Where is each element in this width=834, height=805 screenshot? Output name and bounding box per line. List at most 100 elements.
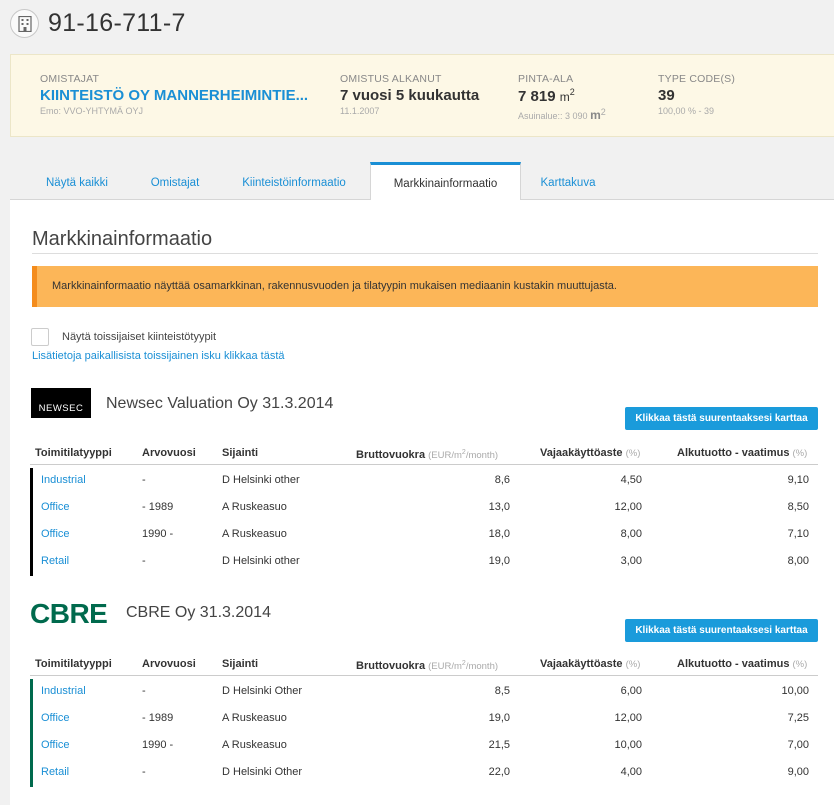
col-rent: Bruttovuokra (EUR/m2/month): [356, 652, 498, 679]
row-location: D Helsinki other: [222, 555, 300, 567]
row-yield: 10,00: [781, 685, 809, 697]
tab-content: Markkinainformaatio Markkinainformaatio …: [10, 200, 834, 805]
secondary-types-label[interactable]: Näytä toissijaiset kiinteistötyypit: [62, 331, 216, 343]
col-year: Arvovuosi: [142, 447, 196, 459]
col-yield-label: Alkutuotto - vaatimus: [677, 447, 790, 459]
section-title: Markkinainformaatio: [32, 228, 213, 250]
residential-unit: m: [590, 108, 601, 122]
row-rent: 8,5: [494, 685, 510, 697]
tab-karttakuva[interactable]: Karttakuva: [531, 162, 605, 200]
row-year: -: [142, 555, 146, 567]
table-header: Toimitilatyyppi Arvovuosi Sijainti Brutt…: [30, 652, 818, 676]
provider-name: CBRE Oy 31.3.2014: [126, 604, 271, 621]
table-row: Office 1990 - A Ruskeasuo 18,0 8,00 7,10: [30, 521, 818, 548]
col-type: Toimitilatyyppi: [35, 658, 112, 670]
col-yield: Alkutuotto - vaatimus (%): [677, 441, 807, 466]
row-type[interactable]: Industrial: [41, 467, 86, 494]
area-value: 7 819 m2: [518, 87, 606, 105]
row-year: - 1989: [142, 501, 174, 513]
cbre-logo: CBRE: [30, 598, 108, 629]
table-row: Retail - D Helsinki other 19,0 3,00 8,00: [30, 548, 818, 575]
row-type[interactable]: Office: [41, 494, 70, 521]
col-location: Sijainti: [222, 447, 259, 459]
row-rent: 19,0: [488, 555, 510, 567]
table-row: Office - 1989 A Ruskeasuo 19,0 12,00 7,2…: [30, 705, 818, 732]
enlarge-map-button[interactable]: Klikkaa tästä suurentaaksesi karttaa: [625, 407, 818, 430]
tab-markkinainformaatio[interactable]: Markkinainformaatio: [370, 162, 521, 201]
row-type[interactable]: Industrial: [41, 678, 86, 705]
row-year: 1990 -: [142, 739, 174, 751]
ownership-label: OMISTUS ALKANUT: [340, 73, 442, 85]
row-vacancy: 4,00: [620, 766, 642, 778]
row-location: A Ruskeasuo: [222, 501, 287, 513]
area-unit: m: [559, 90, 570, 104]
provider-newsec: NEWSEC Newsec Valuation Oy 31.3.2014 Kli…: [10, 388, 834, 578]
market-table: Toimitilatyyppi Arvovuosi Sijainti Brutt…: [30, 652, 818, 792]
row-yield: 8,50: [787, 501, 809, 513]
table-row: Office 1990 - A Ruskeasuo 21,5 10,00 7,0…: [30, 732, 818, 759]
col-vacancy-unit: (%): [625, 659, 641, 670]
col-rent-label: Bruttovuokra: [356, 660, 426, 673]
row-vacancy: 4,50: [620, 474, 642, 486]
tab-kiinteistoinformaatio[interactable]: Kiinteistöinformaatio: [228, 162, 360, 200]
summary-panel: OMISTAJAT KIINTEISTÖ OY MANNERHEIMINTIE.…: [10, 54, 834, 137]
col-yield-unit: (%): [792, 659, 808, 670]
row-vacancy: 10,00: [614, 739, 642, 751]
type-code-block: TYPE CODE(S) 39 100,00 % - 39: [658, 73, 735, 116]
secondary-types-checkbox[interactable]: [31, 328, 49, 346]
col-type: Toimitilatyyppi: [35, 447, 112, 459]
row-yield: 7,00: [787, 739, 809, 751]
market-table: Toimitilatyyppi Arvovuosi Sijainti Brutt…: [30, 441, 818, 576]
row-type[interactable]: Retail: [41, 548, 69, 575]
tab-nayta-kaikki[interactable]: Näytä kaikki: [24, 162, 130, 200]
info-notice: Markkinainformaatio näyttää osamarkkinan…: [32, 266, 818, 307]
row-rent: 8,6: [494, 474, 510, 486]
newsec-logo: NEWSEC: [31, 388, 91, 418]
row-yield: 9,10: [787, 474, 809, 486]
table-row: Industrial - D Helsinki other 8,6 4,50 9…: [30, 467, 818, 494]
col-yield-label: Alkutuotto - vaatimus: [677, 658, 790, 670]
rent-unit-post: /month): [465, 450, 499, 462]
building-icon: [10, 9, 39, 38]
enlarge-map-button[interactable]: Klikkaa tästä suurentaaksesi karttaa: [625, 619, 818, 642]
row-type[interactable]: Office: [41, 732, 70, 759]
residential-unit-sup: 2: [600, 107, 606, 117]
row-location: D Helsinki Other: [222, 685, 303, 697]
type-code-share: 100,00 % - 39: [658, 106, 715, 116]
col-rent-unit: (EUR/m2/month): [428, 449, 499, 462]
row-type[interactable]: Office: [41, 521, 70, 548]
section-divider: [32, 253, 818, 254]
col-rent-label: Bruttovuokra: [356, 449, 426, 462]
table-row: Industrial - D Helsinki Other 8,5 6,00 1…: [30, 678, 818, 705]
col-year: Arvovuosi: [142, 658, 196, 670]
col-location: Sijainti: [222, 658, 259, 670]
row-year: -: [142, 766, 146, 778]
col-vacancy-label: Vajaakäyttöaste: [540, 447, 623, 459]
row-rent: 13,0: [488, 501, 510, 513]
row-year: 1990 -: [142, 528, 174, 540]
tab-bar: Näytä kaikki Omistajat Kiinteistöinforma…: [10, 162, 834, 201]
area-unit-sup: 2: [569, 87, 575, 97]
owners-parent: Emo: VVO-YHTYMÄ OYJ: [40, 106, 144, 116]
owners-block: OMISTAJAT KIINTEISTÖ OY MANNERHEIMINTIE.…: [40, 73, 308, 116]
more-info-link[interactable]: Lisätietoja paikallisista toissijainen i…: [32, 350, 285, 362]
tab-omistajat[interactable]: Omistajat: [138, 162, 212, 200]
rent-unit-pre: (EUR/m: [428, 661, 462, 673]
row-location: D Helsinki Other: [222, 766, 303, 778]
row-type[interactable]: Office: [41, 705, 70, 732]
row-vacancy: 8,00: [620, 528, 642, 540]
ownership-duration: 7 vuosi 5 kuukautta: [340, 87, 480, 104]
row-vacancy: 3,00: [620, 555, 642, 567]
provider-cbre: CBRE CBRE Oy 31.3.2014 Klikkaa tästä suu…: [10, 600, 834, 800]
row-year: -: [142, 474, 146, 486]
page-title: 91-16-711-7: [48, 9, 186, 37]
area-number: 7 819: [518, 88, 556, 105]
row-yield: 8,00: [787, 555, 809, 567]
table-header: Toimitilatyyppi Arvovuosi Sijainti Brutt…: [30, 441, 818, 465]
row-type[interactable]: Retail: [41, 759, 69, 786]
rent-unit-post: /month): [465, 661, 499, 673]
owners-label: OMISTAJAT: [40, 73, 100, 85]
row-rent: 19,0: [488, 712, 510, 724]
row-yield: 7,25: [787, 712, 809, 724]
owners-link[interactable]: KIINTEISTÖ OY MANNERHEIMINTIE...: [40, 87, 308, 104]
